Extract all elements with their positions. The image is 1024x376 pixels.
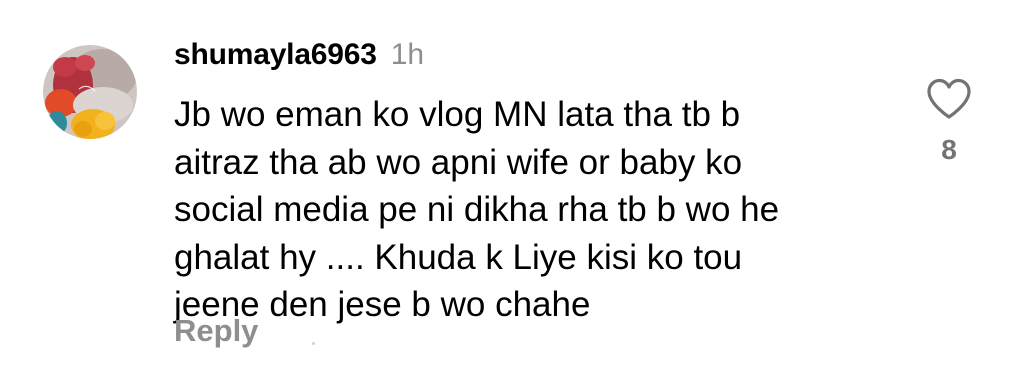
heart-icon (927, 78, 971, 119)
timestamp: 1h (390, 38, 425, 71)
comment: shumayla6963 1h Jb wo eman ko vlog MN la… (0, 0, 1024, 376)
avatar[interactable] (43, 45, 137, 139)
avatar-image (43, 45, 137, 139)
like-count: 8 (941, 134, 957, 165)
comment-text: Jb wo eman ko vlog MN lata tha tb b aitr… (174, 95, 780, 324)
comment-header: shumayla6963 1h (174, 38, 424, 72)
username[interactable]: shumayla6963 (174, 38, 377, 72)
like-button[interactable] (925, 78, 973, 120)
divider-dot (312, 342, 315, 345)
reply-button[interactable]: Reply (174, 313, 258, 349)
